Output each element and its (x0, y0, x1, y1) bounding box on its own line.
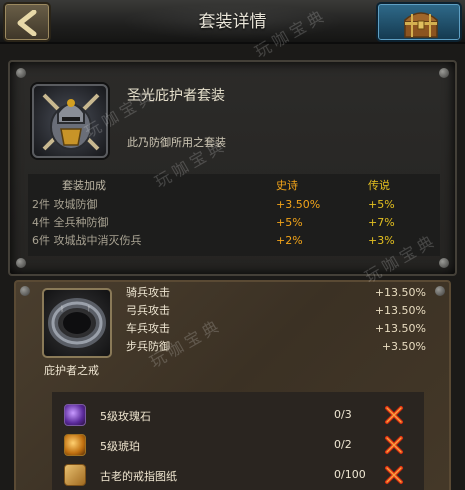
rivet (16, 258, 26, 268)
stat-value: +13.50% (374, 304, 426, 317)
material-name: 5级玫瑰石 (100, 410, 151, 423)
back-arrow-icon (17, 10, 37, 36)
bonus-label: 2件 攻城防御 (32, 198, 98, 211)
epic-value: +2% (276, 234, 303, 247)
table-header: 套装加成 史诗 传说 (28, 177, 440, 195)
stat-row: 弓兵攻击 +13.50% (126, 302, 426, 320)
material-count: 0/3 (334, 408, 352, 421)
missing-x-icon (385, 466, 403, 484)
material-row[interactable]: 5级玫瑰石 0/3 (52, 402, 424, 430)
set-bonus-table: 套装加成 史诗 传说 2件 攻城防御 +3.50% +5% 4件 全兵种防御 +… (28, 174, 440, 256)
missing-x-icon (385, 406, 403, 424)
treasure-chest-button[interactable] (376, 2, 462, 42)
svg-text:ᚨ: ᚨ (87, 305, 91, 313)
ring-icon: ᚱ ᚨ (48, 298, 106, 348)
material-row[interactable]: 5级琥珀 0/2 (52, 432, 424, 460)
blueprint-scroll-icon (64, 464, 86, 486)
legendary-value: +5% (368, 198, 395, 211)
item-icon-frame[interactable]: ᚱ ᚨ (42, 288, 112, 358)
rivet (439, 258, 449, 268)
amber-icon (64, 434, 86, 456)
set-info-panel: 圣光庇护者套装 此乃防御所用之套装 套装加成 史诗 传说 2件 攻城防御 +3.… (8, 60, 457, 276)
material-name: 古老的戒指图纸 (100, 470, 177, 483)
epic-value: +3.50% (276, 198, 321, 211)
stat-value: +13.50% (374, 322, 426, 335)
rivet (439, 68, 449, 78)
stat-label: 车兵攻击 (126, 322, 170, 335)
material-name: 5级琥珀 (100, 440, 140, 453)
table-row: 2件 攻城防御 +3.50% +5% (28, 196, 440, 214)
stat-label: 弓兵攻击 (126, 304, 170, 317)
material-list: 5级玫瑰石 0/3 5级琥珀 0/2 古老的戒指图纸 0/100 (52, 392, 424, 490)
purple-gem-icon (64, 404, 86, 426)
material-count: 0/2 (334, 438, 352, 451)
bonus-label: 4件 全兵种防御 (32, 216, 109, 229)
bonus-label: 6件 攻城战中消灭伤兵 (32, 234, 142, 247)
rivet (20, 286, 30, 296)
back-button[interactable] (3, 2, 51, 42)
stat-row: 骑兵攻击 +13.50% (126, 284, 426, 302)
header-epic: 史诗 (276, 179, 298, 192)
treasure-chest-icon (404, 12, 438, 38)
stat-value: +13.50% (374, 286, 426, 299)
top-bar: 套装详情 (0, 0, 465, 44)
epic-value: +5% (276, 216, 303, 229)
header-bonus: 套装加成 (62, 179, 106, 192)
svg-text:ᚱ: ᚱ (60, 305, 64, 313)
material-row[interactable]: 古老的戒指图纸 0/100 (52, 462, 424, 490)
table-row: 6件 攻城战中消灭伤兵 +2% +3% (28, 232, 440, 250)
item-detail-panel: ᚱ ᚨ 庇护者之戒 骑兵攻击 +13.50% 弓兵攻击 +13.50% 车兵攻击… (14, 280, 451, 490)
stat-label: 骑兵攻击 (126, 286, 170, 299)
item-name: 庇护者之戒 (44, 364, 99, 377)
legendary-value: +7% (368, 216, 395, 229)
table-row: 4件 全兵种防御 +5% +7% (28, 214, 440, 232)
rivet (16, 68, 26, 78)
header-legendary: 传说 (368, 179, 390, 192)
material-count: 0/100 (334, 468, 366, 481)
stat-value: +3.50% (381, 340, 426, 353)
rivet (435, 286, 445, 296)
missing-x-icon (385, 436, 403, 454)
